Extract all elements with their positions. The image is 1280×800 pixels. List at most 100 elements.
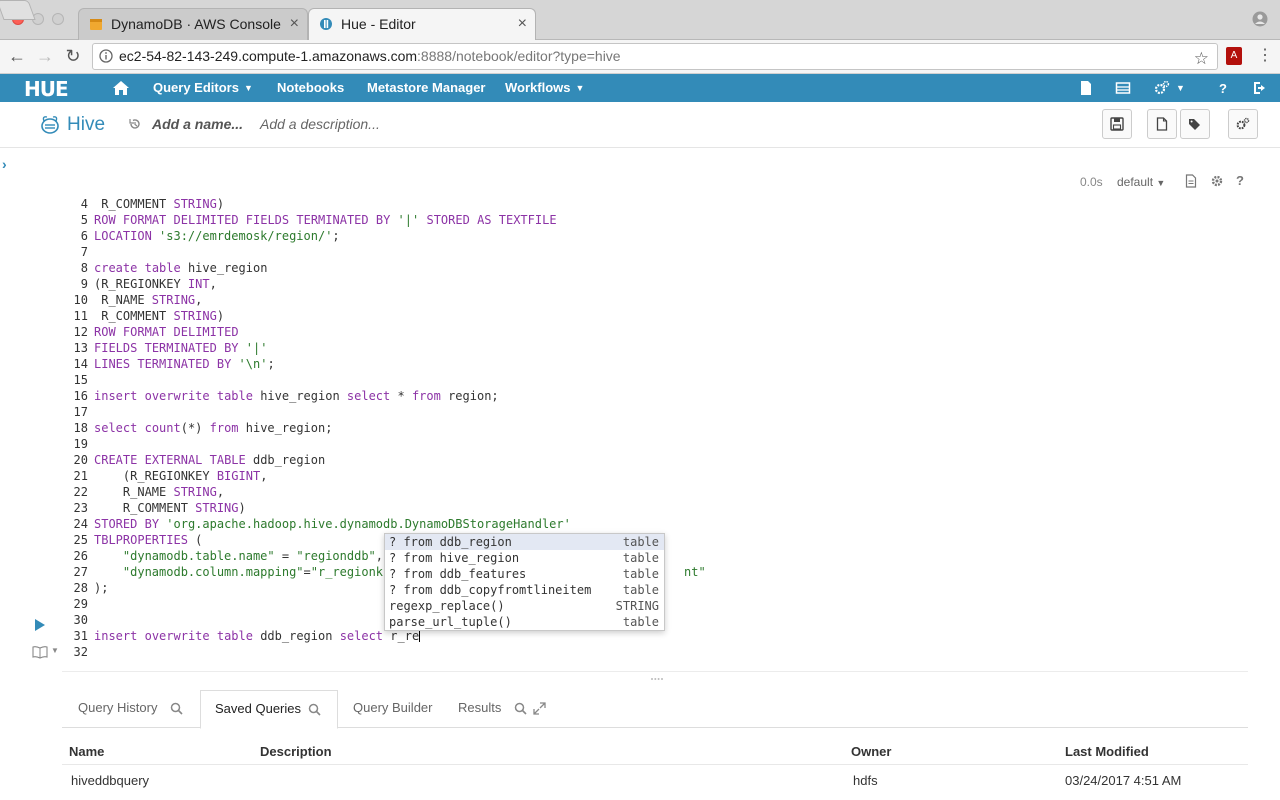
code-line[interactable]: 6 LOCATION 's3://emrdemosk/region/'; bbox=[62, 228, 340, 244]
open-book-icon[interactable] bbox=[32, 645, 48, 659]
user-profile-icon[interactable] bbox=[1252, 11, 1268, 27]
tab-query-builder[interactable]: Query Builder bbox=[339, 690, 446, 728]
bookmark-star-icon[interactable]: ☆ bbox=[1194, 46, 1209, 71]
code-line[interactable]: 26 "dynamodb.table.name" = "regionddb", bbox=[62, 548, 383, 564]
gear-icon[interactable] bbox=[1210, 174, 1224, 188]
code-line[interactable]: 27 "dynamodb.column.mapping"="r_regionk n… bbox=[62, 564, 706, 580]
home-icon[interactable] bbox=[112, 80, 130, 96]
info-icon[interactable] bbox=[99, 49, 113, 63]
query-name-field[interactable]: Add a name... bbox=[152, 116, 243, 132]
autocomplete-item[interactable]: ? from hive_region table bbox=[385, 550, 664, 566]
code-line[interactable]: 32 bbox=[62, 644, 94, 660]
nav-workflows[interactable]: Workflows ▼ bbox=[505, 74, 584, 102]
code-line[interactable]: 18 select count(*) from hive_region; bbox=[62, 420, 333, 436]
new-document-icon bbox=[1156, 117, 1168, 131]
autocomplete-type: STRING bbox=[615, 599, 659, 613]
window-maximize-button[interactable] bbox=[52, 13, 64, 25]
nav-query-editors[interactable]: Query Editors ▼ bbox=[153, 74, 253, 102]
code-line[interactable]: 28); bbox=[62, 580, 109, 596]
database-selector[interactable]: default ▼ bbox=[1117, 175, 1165, 189]
column-header-description[interactable]: Description bbox=[260, 744, 332, 759]
browser-tab-hue-editor[interactable]: Hue - Editor × bbox=[308, 8, 536, 40]
tab-results[interactable]: Results bbox=[444, 690, 554, 728]
code-line[interactable]: 12 ROW FORMAT DELIMITED bbox=[62, 324, 239, 340]
code-line[interactable]: 7 bbox=[62, 244, 94, 260]
code-line[interactable]: 14 LINES TERMINATED BY '\n'; bbox=[62, 356, 275, 372]
code-line[interactable]: 17 bbox=[62, 404, 94, 420]
forward-arrow-icon[interactable]: → bbox=[34, 45, 56, 67]
code-line[interactable]: 5 ROW FORMAT DELIMITED FIELDS TERMINATED … bbox=[62, 212, 557, 228]
close-icon[interactable]: × bbox=[290, 9, 299, 39]
code-line[interactable]: 31 insert overwrite table ddb_region sele… bbox=[62, 628, 421, 644]
code-line[interactable]: 20 CREATE EXTERNAL TABLE ddb_region bbox=[62, 452, 326, 468]
help-icon[interactable]: ? bbox=[1215, 80, 1231, 96]
hue-logo[interactable]: HUE bbox=[24, 77, 69, 101]
tab-query-history[interactable]: Query History bbox=[64, 690, 197, 728]
nav-item-label: Metastore Manager bbox=[367, 80, 486, 95]
new-tab-button[interactable] bbox=[0, 0, 36, 20]
new-query-button[interactable] bbox=[1147, 109, 1177, 139]
reload-icon[interactable]: ↻ bbox=[62, 45, 84, 67]
tags-button[interactable] bbox=[1180, 109, 1210, 139]
format-document-icon[interactable] bbox=[1184, 174, 1198, 188]
close-icon[interactable]: × bbox=[518, 9, 527, 39]
column-header-last-modified[interactable]: Last Modified bbox=[1065, 744, 1149, 759]
autocomplete-item[interactable]: parse_url_tuple() table bbox=[385, 614, 664, 630]
autocomplete-item[interactable]: ? from ddb_features table bbox=[385, 566, 664, 582]
help-icon[interactable]: ? bbox=[1236, 173, 1244, 188]
code-line[interactable]: 10 R_NAME STRING, bbox=[62, 292, 203, 308]
gears-icon[interactable] bbox=[1154, 80, 1170, 96]
search-icon[interactable] bbox=[514, 702, 527, 715]
browser-menu-icon[interactable]: ⋮ bbox=[1257, 46, 1273, 66]
logout-icon[interactable] bbox=[1252, 80, 1268, 96]
nav-metastore-manager[interactable]: Metastore Manager bbox=[367, 74, 485, 102]
code-line[interactable]: 23 R_COMMENT STRING) bbox=[62, 500, 246, 516]
document-icon[interactable] bbox=[1078, 80, 1094, 96]
line-number: 27 bbox=[73, 565, 88, 579]
code-line[interactable]: 4 R_COMMENT STRING) bbox=[62, 196, 224, 212]
nav-notebooks[interactable]: Notebooks bbox=[277, 74, 344, 102]
code-line[interactable]: 15 bbox=[62, 372, 94, 388]
code-line[interactable]: 30 bbox=[62, 612, 94, 628]
chevron-right-icon[interactable]: › bbox=[2, 156, 7, 172]
settings-button[interactable] bbox=[1228, 109, 1258, 139]
code-line[interactable]: 13 FIELDS TERMINATED BY '|' bbox=[62, 340, 268, 356]
search-icon[interactable] bbox=[170, 702, 184, 715]
chevron-down-icon[interactable]: ▼ bbox=[1176, 74, 1185, 102]
autocomplete-label: regexp_replace() bbox=[389, 599, 505, 613]
table-cell-name[interactable]: hiveddbquery bbox=[71, 773, 149, 788]
code-line[interactable]: 8 create table hive_region bbox=[62, 260, 268, 276]
save-button[interactable] bbox=[1102, 109, 1132, 139]
autocomplete-item[interactable]: regexp_replace() STRING bbox=[385, 598, 664, 614]
autocomplete-item[interactable]: ? from ddb_region table bbox=[385, 534, 664, 550]
tab-saved-queries[interactable]: Saved Queries bbox=[200, 690, 338, 729]
column-header-owner[interactable]: Owner bbox=[851, 744, 891, 759]
autocomplete-item[interactable]: ? from ddb_copyfromtlineitem table bbox=[385, 582, 664, 598]
acrobat-extension-icon[interactable]: A bbox=[1226, 47, 1242, 65]
code-line[interactable]: 19 bbox=[62, 436, 94, 452]
nav-item-label: Workflows bbox=[505, 80, 571, 95]
code-line[interactable]: 21 (R_REGIONKEY BIGINT, bbox=[62, 468, 268, 484]
chevron-down-icon[interactable]: ▼ bbox=[51, 646, 59, 655]
browser-tab-dynamodb[interactable]: DynamoDB · AWS Console × bbox=[78, 8, 308, 40]
address-bar[interactable]: ec2-54-82-143-249.compute-1.amazonaws.co… bbox=[92, 43, 1218, 70]
code-line[interactable]: 24 STORED BY 'org.apache.hadoop.hive.dyna… bbox=[62, 516, 571, 532]
code-line[interactable]: 29 bbox=[62, 596, 94, 612]
aws-box-icon bbox=[90, 19, 102, 30]
code-line[interactable]: 22 R_NAME STRING, bbox=[62, 484, 225, 500]
code-line[interactable]: 9 (R_REGIONKEY INT, bbox=[62, 276, 217, 292]
code-line[interactable]: 16 insert overwrite table hive_region sel… bbox=[62, 388, 499, 404]
play-icon[interactable] bbox=[34, 618, 46, 632]
line-number: 15 bbox=[73, 373, 88, 387]
resize-handle-icon[interactable] bbox=[650, 676, 664, 682]
history-icon[interactable] bbox=[128, 117, 142, 131]
expand-icon[interactable] bbox=[533, 702, 546, 715]
code-line[interactable]: 25 TBLPROPERTIES ( bbox=[62, 532, 203, 548]
search-icon[interactable] bbox=[308, 703, 321, 716]
code-line[interactable]: 11 R_COMMENT STRING) bbox=[62, 308, 225, 324]
table-browser-icon[interactable] bbox=[1115, 80, 1131, 96]
back-arrow-icon[interactable]: ← bbox=[6, 45, 28, 67]
query-description-field[interactable]: Add a description... bbox=[260, 116, 380, 132]
column-header-name[interactable]: Name bbox=[69, 744, 104, 759]
line-number: 11 bbox=[73, 309, 88, 323]
